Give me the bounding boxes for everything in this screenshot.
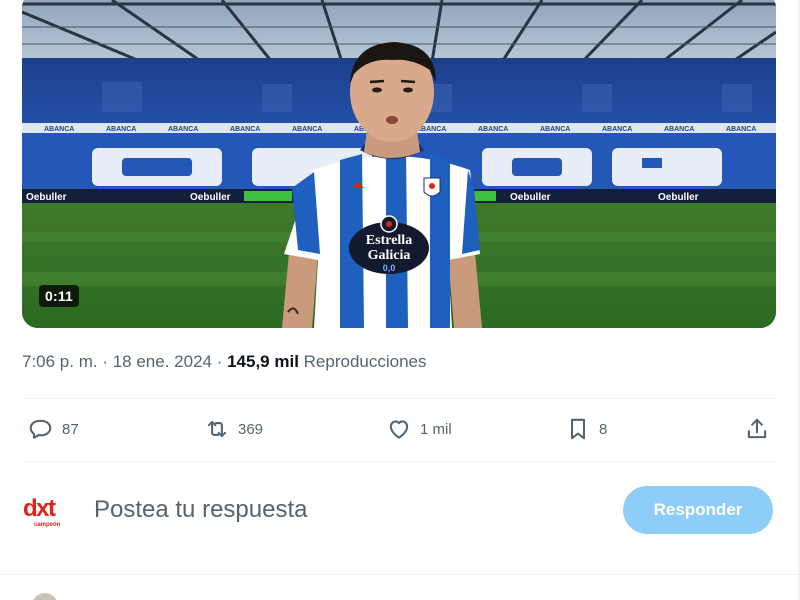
divider-top: [22, 398, 776, 399]
views-count: 145,9 mil: [227, 352, 299, 371]
svg-text:ABANCA: ABANCA: [230, 126, 260, 133]
views-label: Reproducciones: [303, 352, 427, 371]
banner-text: ABANCA: [44, 126, 74, 133]
svg-text:ABANCA: ABANCA: [168, 126, 198, 133]
svg-text:ABANCA: ABANCA: [664, 126, 694, 133]
sponsor-line3: 0,0: [383, 263, 396, 273]
repost-button[interactable]: 369: [204, 416, 263, 442]
reply-input[interactable]: [94, 496, 574, 524]
svg-text:Oebuller: Oebuller: [658, 192, 699, 203]
action-bar: 87 369 1 mil 8: [22, 410, 776, 452]
bookmark-button[interactable]: 8: [565, 416, 607, 442]
post-time[interactable]: 7:06 p. m.: [22, 352, 98, 371]
heart-icon: [389, 420, 409, 439]
video-player[interactable]: ABANCA ABANCA ABANCA ABANCA ABANCA ABANC…: [22, 0, 776, 328]
user-avatar-logo[interactable]: dxt campeón: [22, 490, 72, 530]
svg-text:ABANCA: ABANCA: [726, 126, 756, 133]
reply-icon: [29, 419, 52, 439]
reply-button[interactable]: 87: [28, 416, 79, 442]
svg-text:ABANCA: ABANCA: [602, 126, 632, 133]
repost-count: 369: [238, 420, 264, 438]
meta-separator: ·: [97, 352, 113, 371]
post-meta: 7:06 p. m. · 18 ene. 2024 · 145,9 mil Re…: [22, 352, 427, 371]
avatar-text: dxt: [23, 495, 56, 522]
reply-avatar[interactable]: [32, 593, 58, 600]
divider-bottom: [22, 461, 776, 462]
video-frame: ABANCA ABANCA ABANCA ABANCA ABANCA ABANC…: [22, 0, 776, 328]
svg-text:ABANCA: ABANCA: [540, 126, 570, 133]
svg-text:ABANCA: ABANCA: [292, 126, 322, 133]
bookmark-count: 8: [599, 420, 608, 438]
svg-text:ABANCA: ABANCA: [106, 126, 136, 133]
board-text: Oebuller: [190, 192, 231, 203]
reply-composer: dxt campeón Responder: [22, 482, 776, 542]
svg-text:Oebuller: Oebuller: [26, 192, 67, 203]
reply-count: 87: [62, 420, 79, 438]
svg-text:Oebuller: Oebuller: [510, 192, 551, 203]
post-date[interactable]: 18 ene. 2024: [113, 352, 212, 371]
share-button[interactable]: [744, 416, 770, 442]
bookmark-icon: [571, 418, 585, 440]
reply-submit-button[interactable]: Responder: [623, 486, 773, 534]
like-button[interactable]: 1 mil: [386, 416, 452, 442]
sponsor-line2: Galicia: [368, 248, 411, 263]
video-duration: 0:11: [39, 285, 80, 307]
share-icon: [747, 418, 767, 439]
like-count: 1 mil: [420, 420, 452, 438]
avatar-subtext: campeón: [34, 522, 61, 528]
sponsor-line1: Estrella: [366, 233, 412, 248]
next-reply-row[interactable]: [0, 574, 798, 600]
repost-icon: [207, 420, 227, 438]
svg-text:ABANCA: ABANCA: [478, 126, 508, 133]
